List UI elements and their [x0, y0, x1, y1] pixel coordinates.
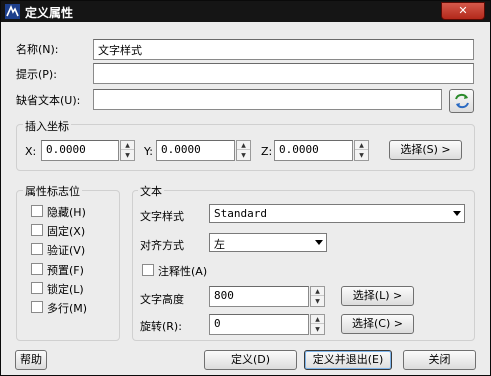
checkbox-box[interactable]	[31, 282, 43, 294]
rotation-spinner[interactable]: ▲ ▼	[310, 314, 325, 335]
insert-field-button[interactable]	[449, 89, 474, 113]
rotation-input[interactable]: 0	[209, 314, 309, 335]
z-label: Z:	[261, 145, 273, 158]
define-attribute-dialog: 定义属性 ✕ 名称(N): 文字样式 提示(P): 缺省文本(U): 插入坐标 …	[0, 0, 491, 376]
dropdown-arrow-icon[interactable]	[315, 240, 323, 245]
checkbox-box[interactable]	[31, 263, 43, 275]
text-height-input[interactable]: 800	[209, 286, 309, 307]
spin-down-icon[interactable]: ▼	[311, 297, 324, 306]
checkbox-label: 注释性(A)	[158, 265, 208, 278]
checkbox-box[interactable]	[31, 224, 43, 236]
x-spinner[interactable]: ▲ ▼	[120, 140, 135, 161]
text-height-spinner[interactable]: ▲ ▼	[310, 286, 325, 307]
close-window-button[interactable]: ✕	[441, 2, 485, 20]
dialog-body: 名称(N): 文字样式 提示(P): 缺省文本(U): 插入坐标 X: 0.00…	[1, 22, 490, 375]
z-coordinate-input[interactable]: 0.0000	[274, 140, 353, 161]
define-and-exit-button[interactable]: 定义并退出(E)	[304, 350, 392, 370]
flag-multiline-checkbox[interactable]: 多行(M)	[31, 300, 111, 315]
y-label: Y:	[144, 145, 153, 158]
insert-point-group-label: 插入坐标	[23, 118, 71, 134]
checkbox-label: 固定(X)	[47, 225, 86, 238]
insert-field-icon	[455, 93, 469, 109]
checkbox-label: 多行(M)	[47, 302, 88, 315]
text-height-label: 文字高度	[140, 293, 184, 306]
name-input[interactable]: 文字样式	[93, 39, 474, 60]
flag-preset-checkbox[interactable]: 预置(F)	[31, 262, 111, 277]
spin-down-icon[interactable]: ▼	[121, 151, 134, 160]
app-logo-icon	[5, 4, 20, 19]
checkbox-box[interactable]	[31, 205, 43, 217]
define-button[interactable]: 定义(D)	[204, 350, 297, 370]
window-title: 定义属性	[25, 6, 74, 20]
spin-up-icon[interactable]: ▲	[121, 141, 134, 150]
attribute-flags-group-label: 属性标志位	[23, 183, 82, 199]
z-spinner[interactable]: ▲ ▼	[354, 140, 369, 161]
spin-up-icon[interactable]: ▲	[237, 141, 250, 150]
flag-constant-checkbox[interactable]: 固定(X)	[31, 223, 111, 238]
spin-down-icon[interactable]: ▼	[355, 151, 368, 160]
text-settings-group-label: 文本	[138, 183, 164, 199]
checkbox-box[interactable]	[142, 264, 154, 276]
spin-up-icon[interactable]: ▲	[311, 315, 324, 324]
spin-down-icon[interactable]: ▼	[311, 325, 324, 334]
checkbox-label: 预置(F)	[47, 264, 84, 277]
x-coordinate-input[interactable]: 0.0000	[41, 140, 119, 161]
checkbox-box[interactable]	[31, 301, 43, 313]
close-button[interactable]: 关闭	[403, 350, 476, 370]
checkbox-label: 锁定(L)	[47, 283, 84, 296]
flag-verify-checkbox[interactable]: 验证(V)	[31, 242, 111, 257]
text-style-label: 文字样式	[140, 210, 184, 223]
name-label: 名称(N):	[16, 43, 59, 56]
justify-label: 对齐方式	[140, 239, 184, 252]
justify-dropdown[interactable]: 左	[209, 233, 327, 252]
spin-down-icon[interactable]: ▼	[237, 151, 250, 160]
flag-invisible-checkbox[interactable]: 隐藏(H)	[31, 204, 111, 219]
prompt-input[interactable]	[93, 63, 474, 84]
spin-up-icon[interactable]: ▲	[311, 287, 324, 296]
pick-rotation-button[interactable]: 选择(C) >	[341, 314, 414, 334]
checkbox-label: 验证(V)	[47, 244, 86, 257]
annotative-checkbox[interactable]: 注释性(A)	[142, 263, 262, 278]
flag-lock-position-checkbox[interactable]: 锁定(L)	[31, 281, 111, 296]
prompt-label: 提示(P):	[16, 68, 57, 81]
checkbox-label: 隐藏(H)	[47, 206, 86, 219]
justify-value: 左	[214, 238, 225, 251]
rotation-label: 旋转(R):	[140, 320, 182, 333]
text-style-value: Standard	[214, 207, 267, 220]
y-spinner[interactable]: ▲ ▼	[236, 140, 251, 161]
title-bar[interactable]: 定义属性 ✕	[1, 1, 490, 22]
spin-up-icon[interactable]: ▲	[355, 141, 368, 150]
default-text-label: 缺省文本(U):	[16, 94, 81, 107]
dropdown-arrow-icon[interactable]	[453, 211, 461, 216]
default-text-input[interactable]	[93, 89, 442, 110]
pick-height-button[interactable]: 选择(L) >	[341, 286, 414, 306]
y-coordinate-input[interactable]: 0.0000	[156, 140, 235, 161]
x-label: X:	[25, 145, 37, 158]
checkbox-box[interactable]	[31, 243, 43, 255]
text-style-dropdown[interactable]: Standard	[209, 204, 465, 223]
pick-point-button[interactable]: 选择(S) >	[389, 140, 462, 160]
help-button[interactable]: 帮助	[15, 350, 47, 370]
